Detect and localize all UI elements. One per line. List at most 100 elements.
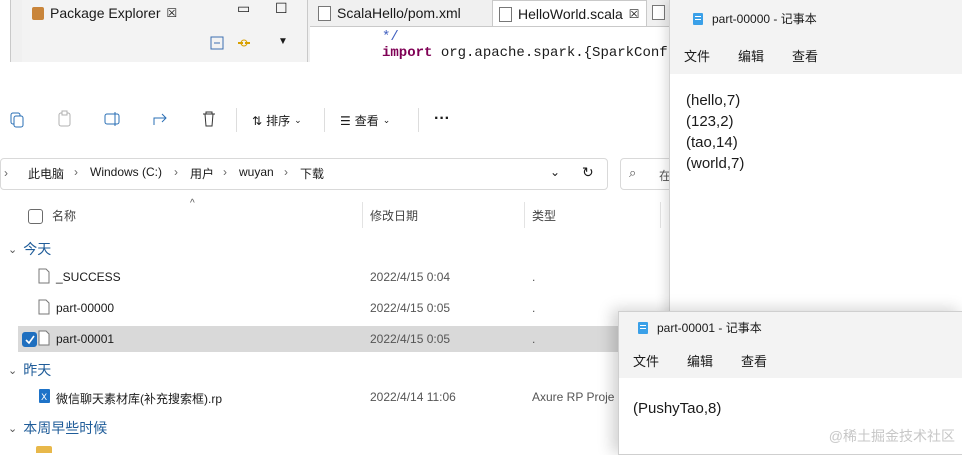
file-icon — [38, 268, 50, 284]
notepad-title: part-00001 - 记事本 — [657, 320, 762, 335]
file-row-selected[interactable]: part-00001 2022/4/15 0:05 . — [18, 326, 668, 352]
checkmark-icon — [25, 335, 35, 345]
chevron-right-icon: › — [4, 166, 8, 180]
eclipse-left-gutter — [0, 0, 11, 62]
notepad-titlebar[interactable]: part-00001 - 记事本 — [619, 312, 962, 342]
menu-view[interactable]: 查看 — [792, 46, 818, 65]
maximize-view-button[interactable]: ☐ — [275, 0, 288, 17]
collapse-all-icon[interactable] — [210, 36, 224, 53]
tab-helloworld-scala[interactable]: HelloWorld.scala ☒ — [492, 0, 647, 27]
group-label: 今天 — [23, 241, 52, 257]
file-type: . — [532, 301, 536, 315]
close-icon[interactable]: ☒ — [629, 7, 640, 21]
menu-edit[interactable]: 编辑 — [738, 46, 764, 65]
column-divider[interactable] — [660, 202, 661, 228]
breadcrumb-user[interactable]: wuyan — [239, 165, 274, 179]
chevron-right-icon: › — [284, 165, 288, 179]
sort-icon: ⇅ — [252, 113, 263, 128]
file-row[interactable]: _SUCCESS 2022/4/15 0:04 . — [18, 264, 668, 290]
notepad-titlebar[interactable]: part-00000 - 记事本 — [670, 0, 962, 36]
chevron-right-icon: › — [74, 165, 78, 179]
file-date: 2022/4/15 0:05 — [370, 301, 451, 315]
code-comment: */ — [382, 29, 399, 45]
group-label: 昨天 — [23, 362, 52, 378]
view-label: 查看 — [354, 114, 379, 128]
paste-icon[interactable] — [56, 110, 74, 131]
text-line: (hello,7) — [686, 92, 741, 109]
code-editor[interactable]: */ import org.apache.spark.{SparkConf, — [310, 26, 676, 63]
minimize-view-button[interactable]: ▭ — [237, 0, 250, 17]
file-name: part-00000 — [56, 301, 115, 315]
file-type: Axure RP Proje — [532, 390, 615, 404]
chevron-down-icon: ⌄ — [8, 243, 18, 256]
column-name[interactable]: 名称 — [52, 207, 76, 224]
view-list-icon: ☰ — [340, 113, 351, 128]
watermark: @稀土掘金技术社区 — [828, 428, 955, 444]
chevron-down-icon: ⌄ — [382, 115, 391, 125]
text-line: (PushyTao,8) — [633, 400, 722, 417]
file-row[interactable]: part-00000 2022/4/15 0:05 . — [18, 295, 668, 321]
notepad-menubar: 文件 编辑 查看 — [670, 36, 962, 74]
group-header-today[interactable]: ⌄ 今天 — [8, 239, 51, 259]
share-icon[interactable] — [152, 110, 170, 131]
column-type[interactable]: 类型 — [532, 207, 556, 224]
chevron-right-icon: › — [223, 165, 227, 179]
column-divider[interactable] — [524, 202, 525, 228]
sort-ascending-icon: ^ — [190, 198, 195, 209]
delete-icon[interactable] — [200, 110, 218, 131]
breadcrumb-this-pc[interactable]: 此电脑 — [28, 165, 64, 182]
select-all-checkbox[interactable] — [28, 209, 43, 224]
file-tab-icon[interactable] — [652, 5, 665, 23]
menu-edit[interactable]: 编辑 — [687, 351, 713, 370]
search-icon: ⌕ — [629, 165, 637, 180]
file-icon — [38, 299, 50, 315]
column-divider[interactable] — [362, 202, 363, 228]
group-label: 本周早些时候 — [23, 420, 108, 436]
chevron-down-icon: ⌄ — [8, 364, 18, 377]
file-row[interactable]: X 微信聊天素材库(补充搜索框).rp 2022/4/14 11:06 Axur… — [18, 384, 668, 410]
close-icon[interactable]: ☒ — [167, 6, 178, 20]
notepad-app-icon — [693, 13, 703, 25]
view-menu-icon[interactable]: ▼ — [278, 36, 288, 47]
code-import-line: import org.apache.spark.{SparkConf, — [382, 45, 676, 61]
sort-button[interactable]: ⇅ 排序 ⌄ — [252, 112, 302, 129]
menu-file[interactable]: 文件 — [633, 351, 659, 370]
breadcrumb-users[interactable]: 用户 — [190, 165, 214, 182]
copy-icon[interactable] — [8, 110, 26, 131]
file-name: 微信聊天素材库(补充搜索框).rp — [56, 392, 222, 406]
breadcrumb-drive[interactable]: Windows (C:) — [90, 165, 162, 179]
text-line: (123,2) — [686, 113, 734, 130]
file-name: part-00001 — [56, 332, 115, 346]
group-header-yesterday[interactable]: ⌄ 昨天 — [8, 360, 51, 380]
toolbar-separator — [236, 108, 237, 132]
notepad-window-part-00001: part-00001 - 记事本 文件 编辑 查看 (PushyTao,8) @… — [618, 311, 962, 455]
row-checkbox[interactable] — [22, 332, 37, 347]
tab-package-explorer[interactable]: Package Explorer ☒ — [26, 0, 183, 26]
notepad-text-area[interactable]: (hello,7) (123,2) (tao,14) (world,7) — [670, 74, 962, 190]
link-editor-icon[interactable] — [236, 36, 252, 53]
folder-icon — [36, 446, 52, 453]
column-date-modified[interactable]: 修改日期 — [370, 207, 418, 224]
toolbar-separator — [324, 108, 325, 132]
refresh-icon[interactable]: ↻ — [582, 164, 594, 181]
menu-view[interactable]: 查看 — [741, 351, 767, 370]
toolbar-separator — [418, 108, 419, 132]
rename-icon[interactable] — [104, 110, 122, 131]
view-button[interactable]: ☰ 查看 ⌄ — [340, 112, 390, 129]
scala-file-icon — [499, 6, 512, 22]
file-date: 2022/4/15 0:04 — [370, 270, 451, 284]
notepad-menubar: 文件 编辑 查看 — [619, 342, 962, 378]
group-header-earlier-this-week[interactable]: ⌄ 本周早些时候 — [8, 418, 107, 438]
file-name: _SUCCESS — [56, 270, 121, 284]
address-history-icon[interactable]: ⌄ — [550, 165, 560, 179]
import-path: org.apache.spark.{SparkConf, — [432, 45, 677, 61]
tab-pom-xml[interactable]: ScalaHello/pom.xml — [312, 0, 467, 26]
menu-file[interactable]: 文件 — [684, 46, 710, 65]
file-date: 2022/4/14 11:06 — [370, 390, 456, 404]
chevron-down-icon: ⌄ — [8, 422, 18, 435]
breadcrumb-downloads[interactable]: 下载 — [300, 165, 324, 182]
svg-text:X: X — [41, 393, 47, 403]
more-options-button[interactable]: ··· — [434, 110, 450, 128]
file-type: . — [532, 332, 536, 346]
text-line: (tao,14) — [686, 134, 738, 151]
